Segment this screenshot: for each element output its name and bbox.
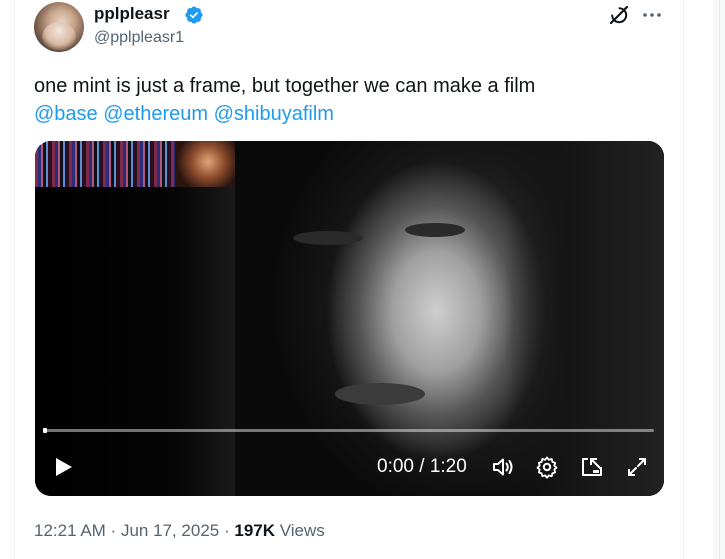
settings-icon[interactable] <box>535 455 559 479</box>
meta-separator: · <box>219 521 235 540</box>
picture-in-picture-icon[interactable] <box>580 455 604 479</box>
video-frame-detail <box>293 231 363 245</box>
meta-separator: · <box>105 521 121 540</box>
verified-badge-icon[interactable] <box>184 5 204 25</box>
fullscreen-icon[interactable] <box>625 455 649 479</box>
video-frame-detail <box>405 223 465 237</box>
grok-icon[interactable] <box>607 3 631 27</box>
tweet-text: one mint is just a frame, but together w… <box>34 75 536 97</box>
timeline-border-left <box>14 0 15 559</box>
tweet-date[interactable]: Jun 17, 2025 <box>121 521 219 540</box>
views-count[interactable]: 197K <box>234 521 275 540</box>
video-time-separator: / <box>413 456 430 477</box>
handle[interactable]: @pplpleasr1 <box>94 29 184 47</box>
tweet-mentions: @base @ethereum @shibuyafilm <box>34 100 334 128</box>
video-progress-bar[interactable] <box>45 429 654 432</box>
video-progress-handle[interactable] <box>43 428 47 433</box>
timeline-border-right <box>683 0 684 559</box>
tweet-time[interactable]: 12:21 AM <box>34 521 106 540</box>
video-player[interactable]: 0:00 / 1:20 <box>35 141 664 496</box>
video-frame-left <box>35 187 235 496</box>
video-thumbnail <box>175 141 235 187</box>
mention-base[interactable]: @base <box>34 103 98 125</box>
video-duration: 1:20 <box>429 456 467 477</box>
video-frame-detail <box>335 383 425 405</box>
display-name[interactable]: pplpleasr <box>94 4 170 24</box>
views-label: Views <box>275 521 325 540</box>
video-frame-shade <box>505 141 664 496</box>
more-icon[interactable] <box>640 3 664 27</box>
video-current-time: 0:00 <box>377 456 414 477</box>
mention-ethereum[interactable]: @ethereum <box>103 103 208 125</box>
video-time: 0:00 / 1:20 <box>377 455 467 479</box>
volume-icon[interactable] <box>491 455 515 479</box>
tweet-meta: 12:21 AM · Jun 17, 2025 · 197K Views <box>34 520 325 542</box>
avatar[interactable] <box>34 2 84 52</box>
play-icon[interactable] <box>51 455 75 479</box>
sidebar-divider <box>719 0 720 559</box>
mention-shibuyafilm[interactable]: @shibuyafilm <box>214 103 334 125</box>
